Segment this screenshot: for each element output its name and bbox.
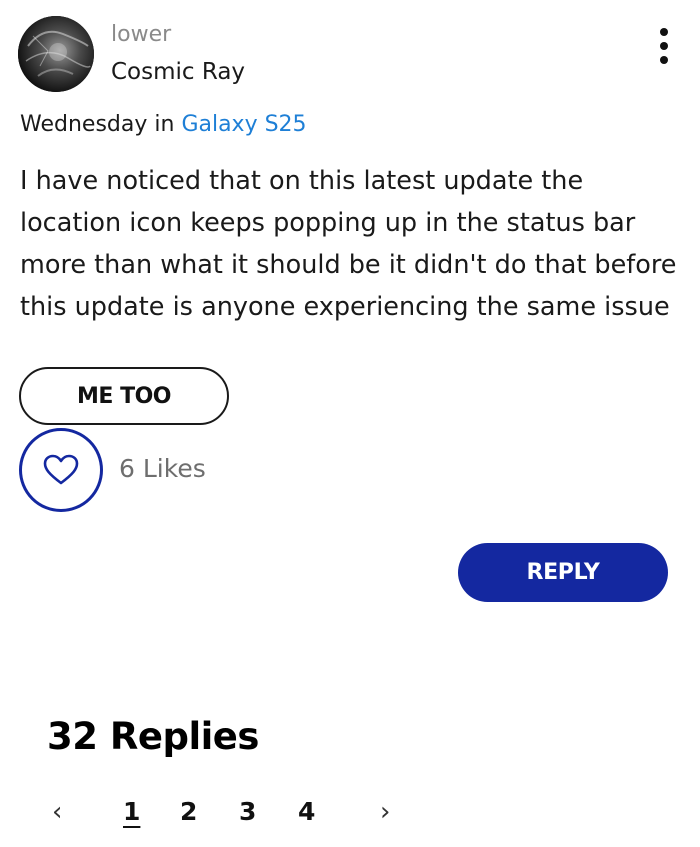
author-rank: lower	[111, 22, 172, 47]
page-4-link[interactable]: 4	[298, 794, 315, 830]
avatar[interactable]	[18, 16, 94, 92]
likes-count[interactable]: 6 Likes	[119, 453, 206, 485]
next-page-icon[interactable]: ›	[380, 794, 390, 830]
pagination: ‹ 1 2 3 4 ›	[0, 790, 700, 834]
avatar-photo	[18, 16, 94, 92]
post-body: I have noticed that on this latest updat…	[20, 166, 677, 322]
reply-button[interactable]: REPLY	[458, 543, 668, 602]
like-button[interactable]	[19, 428, 103, 512]
page-2-link[interactable]: 2	[180, 794, 197, 830]
heart-icon	[43, 454, 79, 485]
post-meta: Wednesday in Galaxy S25	[20, 110, 307, 140]
replies-heading: 32 Replies	[47, 715, 259, 758]
page-3-link[interactable]: 3	[239, 794, 256, 830]
author-name[interactable]: Cosmic Ray	[111, 56, 245, 88]
post-in-word: in	[154, 112, 175, 137]
more-options-icon[interactable]	[652, 26, 678, 66]
post-date: Wednesday	[20, 112, 148, 137]
page-1-link[interactable]: 1	[123, 794, 140, 830]
prev-page-icon[interactable]: ‹	[52, 794, 62, 830]
me-too-button[interactable]: ME TOO	[19, 367, 229, 425]
board-link[interactable]: Galaxy S25	[181, 112, 306, 137]
